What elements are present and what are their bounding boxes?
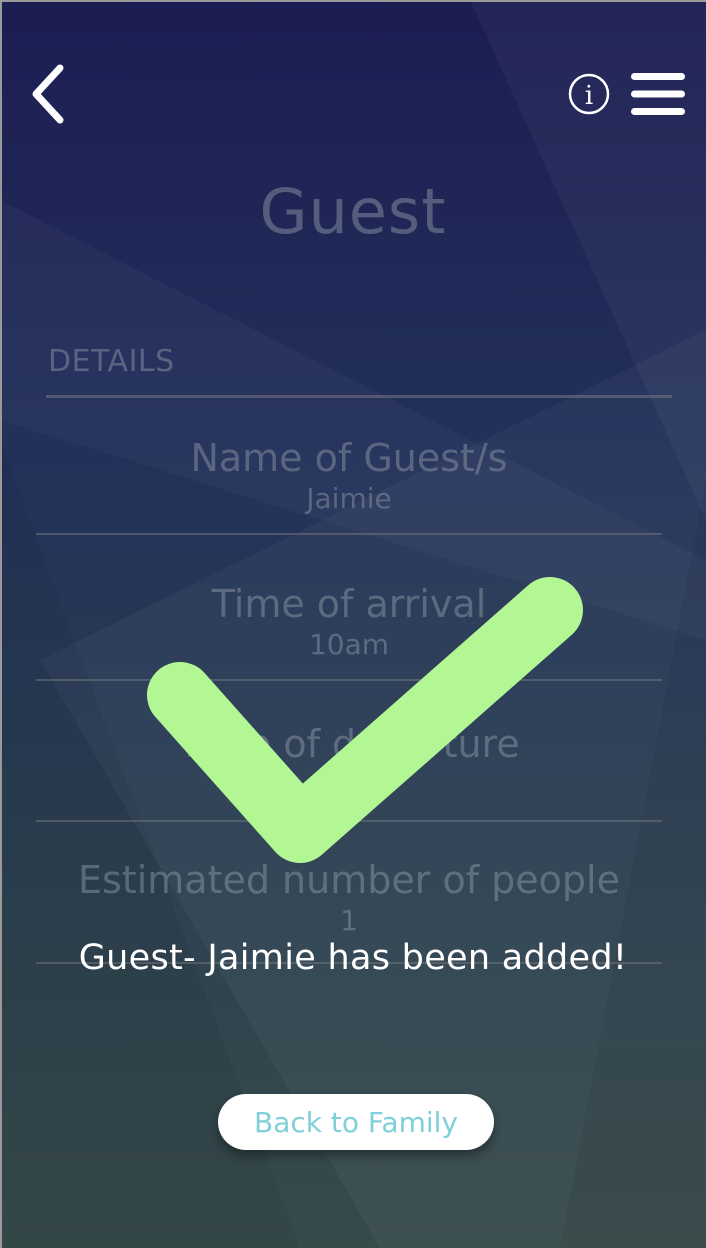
- back-button[interactable]: [26, 60, 76, 130]
- chevron-left-icon: [32, 64, 64, 124]
- section-divider: [46, 395, 672, 398]
- field-underline: [36, 533, 662, 535]
- info-icon: i: [568, 73, 610, 115]
- guest-added-screen: i Guest DETAILS Name of Guest/s Jaimie T…: [0, 0, 706, 1248]
- page-title: Guest: [259, 175, 447, 248]
- field-guest-name[interactable]: Name of Guest/s Jaimie: [36, 436, 662, 535]
- field-value: Jaimie: [306, 482, 392, 515]
- field-label: Name of Guest/s: [190, 436, 508, 480]
- svg-text:i: i: [585, 81, 593, 111]
- checkmark-icon: [147, 577, 583, 863]
- success-message: Guest- Jaimie has been added!: [78, 938, 628, 978]
- menu-button[interactable]: [630, 72, 686, 116]
- section-label-details: DETAILS: [48, 344, 175, 379]
- frame-edge-top: [0, 0, 706, 2]
- frame-edge-left: [0, 0, 2, 1248]
- back-to-family-button[interactable]: Back to Family: [218, 1094, 494, 1150]
- hamburger-menu-icon: [631, 73, 685, 115]
- info-button[interactable]: i: [568, 73, 610, 115]
